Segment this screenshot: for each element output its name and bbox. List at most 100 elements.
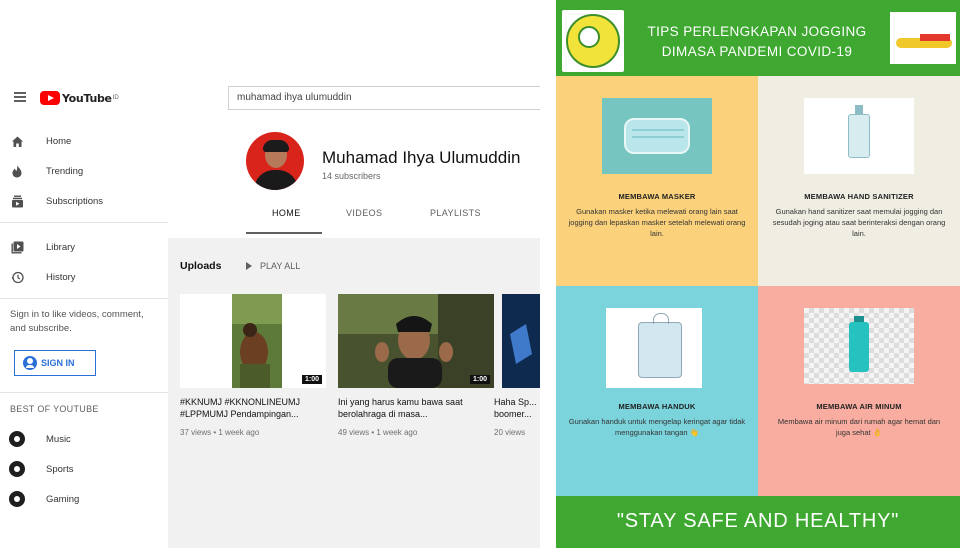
youtube-logo[interactable]: YouTube ID (40, 90, 119, 106)
sidebar-item-subscriptions[interactable]: Subscriptions (0, 186, 168, 216)
tip-body: Gunakan handuk untuk mengelap keringat a… (568, 417, 746, 437)
tip-sanitizer-panel: MEMBAWA HAND SANITIZER Gunakan hand sani… (758, 76, 960, 286)
youtube-play-logo-icon (40, 91, 60, 105)
video-1-thumbnail-image (180, 294, 326, 388)
sidebar-item-library[interactable]: Library (0, 232, 168, 262)
video-3-thumbnail-image (502, 294, 540, 388)
hand-sanitizer-icon (848, 105, 870, 158)
video-thumbnail[interactable] (502, 294, 540, 388)
play-all-button[interactable]: PLAY ALL (246, 261, 300, 271)
signin-prompt: Sign in to like videos, comment, and sub… (10, 309, 144, 334)
sidebar-item-label: Library (46, 241, 76, 253)
sidebar-item-music[interactable]: Music (0, 424, 168, 454)
water-bottle-icon (849, 316, 869, 372)
play-all-label: PLAY ALL (260, 261, 301, 271)
program-logo (890, 12, 956, 64)
tip-body: Gunakan masker ketika melewati orang lai… (568, 207, 746, 238)
sidebar-item-label: Music (46, 433, 71, 445)
youtube-channel-page: YouTube ID muhamad ihya ulumuddin Home T… (0, 74, 540, 548)
mask-illustration (602, 98, 712, 174)
video-thumbnail[interactable]: 1:00 (180, 294, 326, 388)
sidebar-item-label: History (46, 271, 76, 283)
play-icon (246, 262, 252, 270)
sidebar-item-label: Home (46, 135, 72, 147)
sidebar-item-gaming[interactable]: Gaming (0, 484, 168, 514)
video-meta: 49 views • 1 week ago (338, 428, 418, 437)
library-icon (10, 240, 24, 254)
channel-name: Muhamad Ihya Ulumuddin (322, 148, 521, 167)
youtube-top-bar: YouTube ID muhamad ihya ulumuddin (0, 74, 540, 120)
sidebar-item-label: Sports (46, 463, 74, 475)
best-of-youtube-heading: BEST OF YOUTUBE (10, 404, 99, 414)
tip-heading: MEMBAWA HANDUK (618, 402, 696, 411)
sidebar-divider (0, 298, 168, 299)
sidebar-item-label: Subscriptions (46, 195, 104, 207)
sidebar: Home Trending Subscriptions Library Hist… (0, 120, 168, 548)
video-title[interactable]: Haha Sp... boomer... (494, 396, 540, 420)
tab-home[interactable]: HOME (272, 208, 301, 218)
program-logo-tag (920, 34, 950, 41)
poster-title: TIPS PERLENGKAPAN JOGGING DIMASA PANDEMI… (632, 22, 882, 62)
tip-mask-panel: MEMBAWA MASKER Gunakan masker ketika mel… (556, 76, 758, 286)
face-mask-icon (624, 118, 690, 154)
music-icon (9, 431, 25, 447)
poster-title-line-2: DIMASA PANDEMI COVID-19 (661, 44, 853, 59)
poster-title-line-1: TIPS PERLENGKAPAN JOGGING (647, 24, 867, 39)
youtube-logo-text: YouTube (62, 91, 112, 105)
university-logo (562, 10, 624, 72)
channel-avatar[interactable] (246, 132, 304, 190)
active-tab-indicator (246, 232, 322, 234)
university-emblem-center (578, 26, 600, 48)
sidebar-item-sports[interactable]: Sports (0, 454, 168, 484)
video-duration: 1:00 (301, 375, 322, 384)
sports-icon (9, 461, 25, 477)
jogging-tips-poster: TIPS PERLENGKAPAN JOGGING DIMASA PANDEMI… (556, 0, 960, 548)
channel-main-area: Muhamad Ihya Ulumuddin 14 subscribers HO… (168, 120, 540, 548)
tab-playlists[interactable]: PLAYLISTS (430, 208, 481, 218)
avatar-body-shape (254, 170, 298, 190)
channel-header: Muhamad Ihya Ulumuddin 14 subscribers HO… (168, 120, 540, 238)
tip-heading: MEMBAWA HAND SANITIZER (804, 192, 914, 201)
tip-body: Membawa air minum dari rumah agar hemat … (777, 417, 941, 437)
sanitizer-illustration (804, 98, 914, 174)
avatar-hair-shape (263, 140, 289, 152)
tip-water-panel: MEMBAWA AIR MINUM Membawa air minum dari… (758, 286, 960, 496)
sidebar-divider (0, 392, 168, 393)
gaming-icon (9, 491, 25, 507)
fire-icon (10, 164, 24, 178)
youtube-region-code: ID (112, 95, 119, 101)
video-duration: 1:00 (469, 375, 490, 384)
sign-in-button-label: SIGN IN (41, 358, 75, 368)
tip-towel-panel: MEMBAWA HANDUK Gunakan handuk untuk meng… (556, 286, 758, 496)
poster-footer: "STAY SAFE AND HEALTHY" (556, 496, 960, 548)
sidebar-item-home[interactable]: Home (0, 126, 168, 156)
video-title[interactable]: #KKNUMJ #KKNONLINEUMJ #LPPMUMJ Pendampin… (180, 396, 326, 420)
video-title[interactable]: Ini yang harus kamu bawa saat berolahrag… (338, 396, 488, 420)
towel-icon (638, 313, 682, 378)
sign-in-button[interactable]: SIGN IN (14, 350, 96, 376)
hamburger-menu-icon[interactable] (14, 92, 26, 102)
tip-heading: MEMBAWA AIR MINUM (816, 402, 902, 411)
account-icon (23, 356, 37, 370)
water-illustration (804, 308, 914, 384)
home-icon (10, 134, 24, 148)
screenshot-root: YouTube ID muhamad ihya ulumuddin Home T… (0, 0, 960, 548)
sidebar-item-trending[interactable]: Trending (0, 156, 168, 186)
sidebar-item-label: Gaming (46, 493, 80, 505)
subscriber-count: 14 subscribers (322, 171, 381, 181)
video-meta: 20 views (494, 428, 526, 437)
sidebar-item-label: Trending (46, 165, 84, 177)
subscriptions-icon (10, 194, 24, 208)
uploads-heading: Uploads (180, 260, 222, 272)
tip-body: Gunakan hand sanitizer saat memulai jogg… (772, 207, 946, 238)
video-thumbnail[interactable]: 1:00 (338, 294, 494, 388)
video-meta: 37 views • 1 week ago (180, 428, 260, 437)
video-2-thumbnail-image (338, 294, 494, 388)
search-input[interactable]: muhamad ihya ulumuddin (228, 86, 540, 110)
towel-illustration (606, 308, 702, 388)
sidebar-divider (0, 222, 168, 223)
poster-footer-slogan: "STAY SAFE AND HEALTHY" (616, 510, 900, 532)
sidebar-item-history[interactable]: History (0, 262, 168, 292)
tab-videos[interactable]: VIDEOS (346, 208, 382, 218)
poster-header: TIPS PERLENGKAPAN JOGGING DIMASA PANDEMI… (556, 0, 960, 76)
